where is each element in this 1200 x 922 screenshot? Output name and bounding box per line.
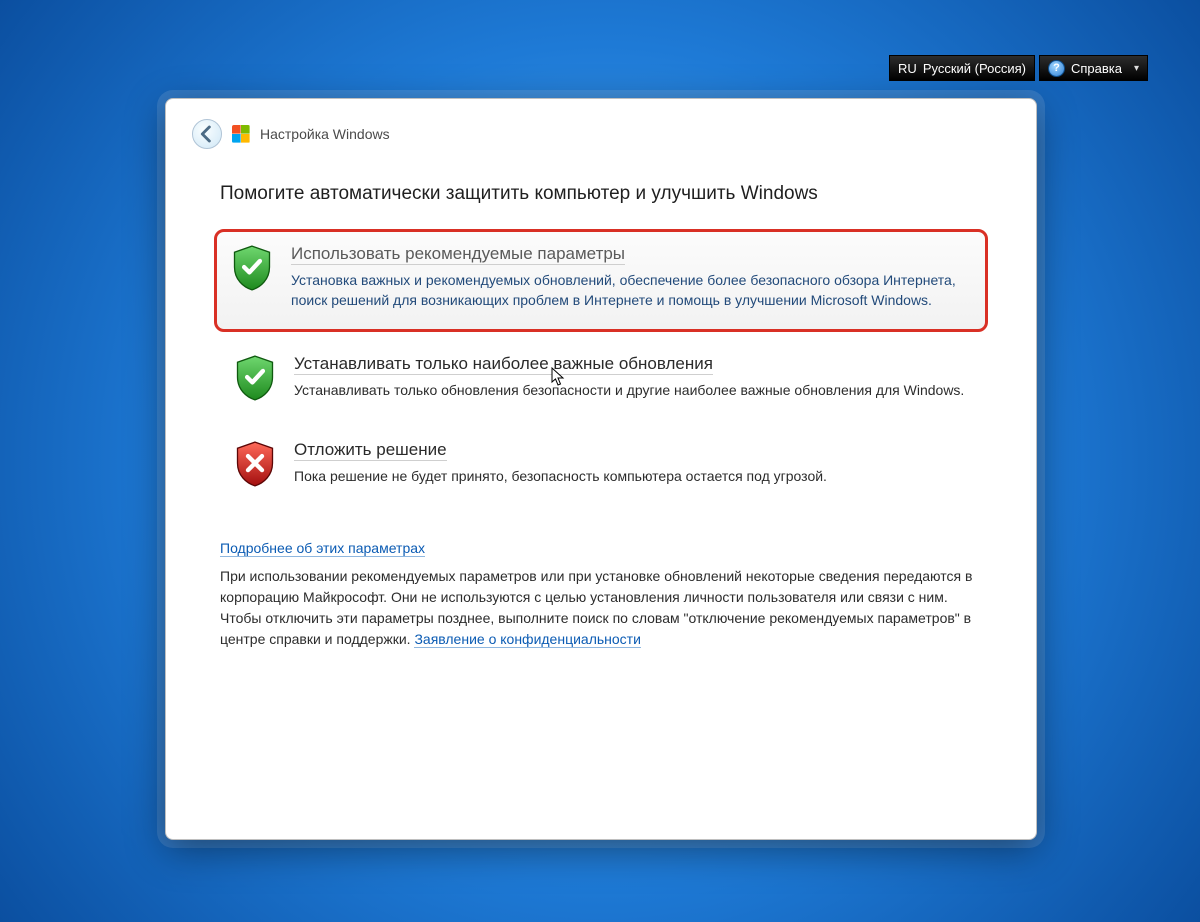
language-label: Русский (Россия)	[923, 61, 1026, 76]
help-label: Справка	[1071, 61, 1122, 76]
language-code: RU	[898, 61, 917, 76]
option-important-text: Устанавливать только наиболее важные обн…	[294, 354, 968, 402]
footer-info-text: При использовании рекомендуемых параметр…	[220, 566, 982, 650]
help-icon: ?	[1048, 60, 1065, 77]
option-important-only[interactable]: Устанавливать только наиболее важные обн…	[220, 342, 982, 418]
option-important-title: Устанавливать только наиболее важные обн…	[294, 354, 713, 375]
window-body: Помогите автоматически защитить компьюте…	[166, 155, 1036, 670]
option-postpone-title: Отложить решение	[294, 440, 447, 461]
option-postpone-desc: Пока решение не будет принято, безопасно…	[294, 466, 968, 486]
window-header: Настройка Windows	[166, 99, 1036, 155]
window-title: Настройка Windows	[260, 126, 390, 142]
page-heading: Помогите автоматически защитить компьюте…	[220, 183, 982, 205]
privacy-link[interactable]: Заявление о конфиденциальности	[414, 631, 640, 648]
option-recommended-text: Использовать рекомендуемые параметры Уст…	[291, 244, 969, 311]
option-important-desc: Устанавливать только обновления безопасн…	[294, 380, 968, 400]
learn-more-link[interactable]: Подробнее об этих параметрах	[220, 540, 425, 557]
setup-window: Настройка Windows Помогите автоматически…	[165, 98, 1037, 840]
option-recommended[interactable]: Использовать рекомендуемые параметры Уст…	[214, 229, 988, 332]
option-postpone-text: Отложить решение Пока решение не будет п…	[294, 440, 968, 488]
option-recommended-title: Использовать рекомендуемые параметры	[291, 244, 625, 265]
language-indicator[interactable]: RU Русский (Россия)	[889, 55, 1035, 81]
shield-check-icon	[231, 244, 273, 292]
option-recommended-desc: Установка важных и рекомендуемых обновле…	[291, 270, 969, 311]
windows-flag-icon	[232, 125, 250, 143]
desktop-background: RU Русский (Россия) ? Справка Настройка …	[0, 0, 1200, 922]
shield-x-icon	[234, 440, 276, 488]
oobe-topbar: RU Русский (Россия) ? Справка	[889, 55, 1148, 81]
back-button[interactable]	[192, 119, 222, 149]
help-button[interactable]: ? Справка	[1039, 55, 1148, 81]
shield-check-icon	[234, 354, 276, 402]
arrow-left-icon	[193, 120, 221, 148]
option-postpone[interactable]: Отложить решение Пока решение не будет п…	[220, 428, 982, 504]
